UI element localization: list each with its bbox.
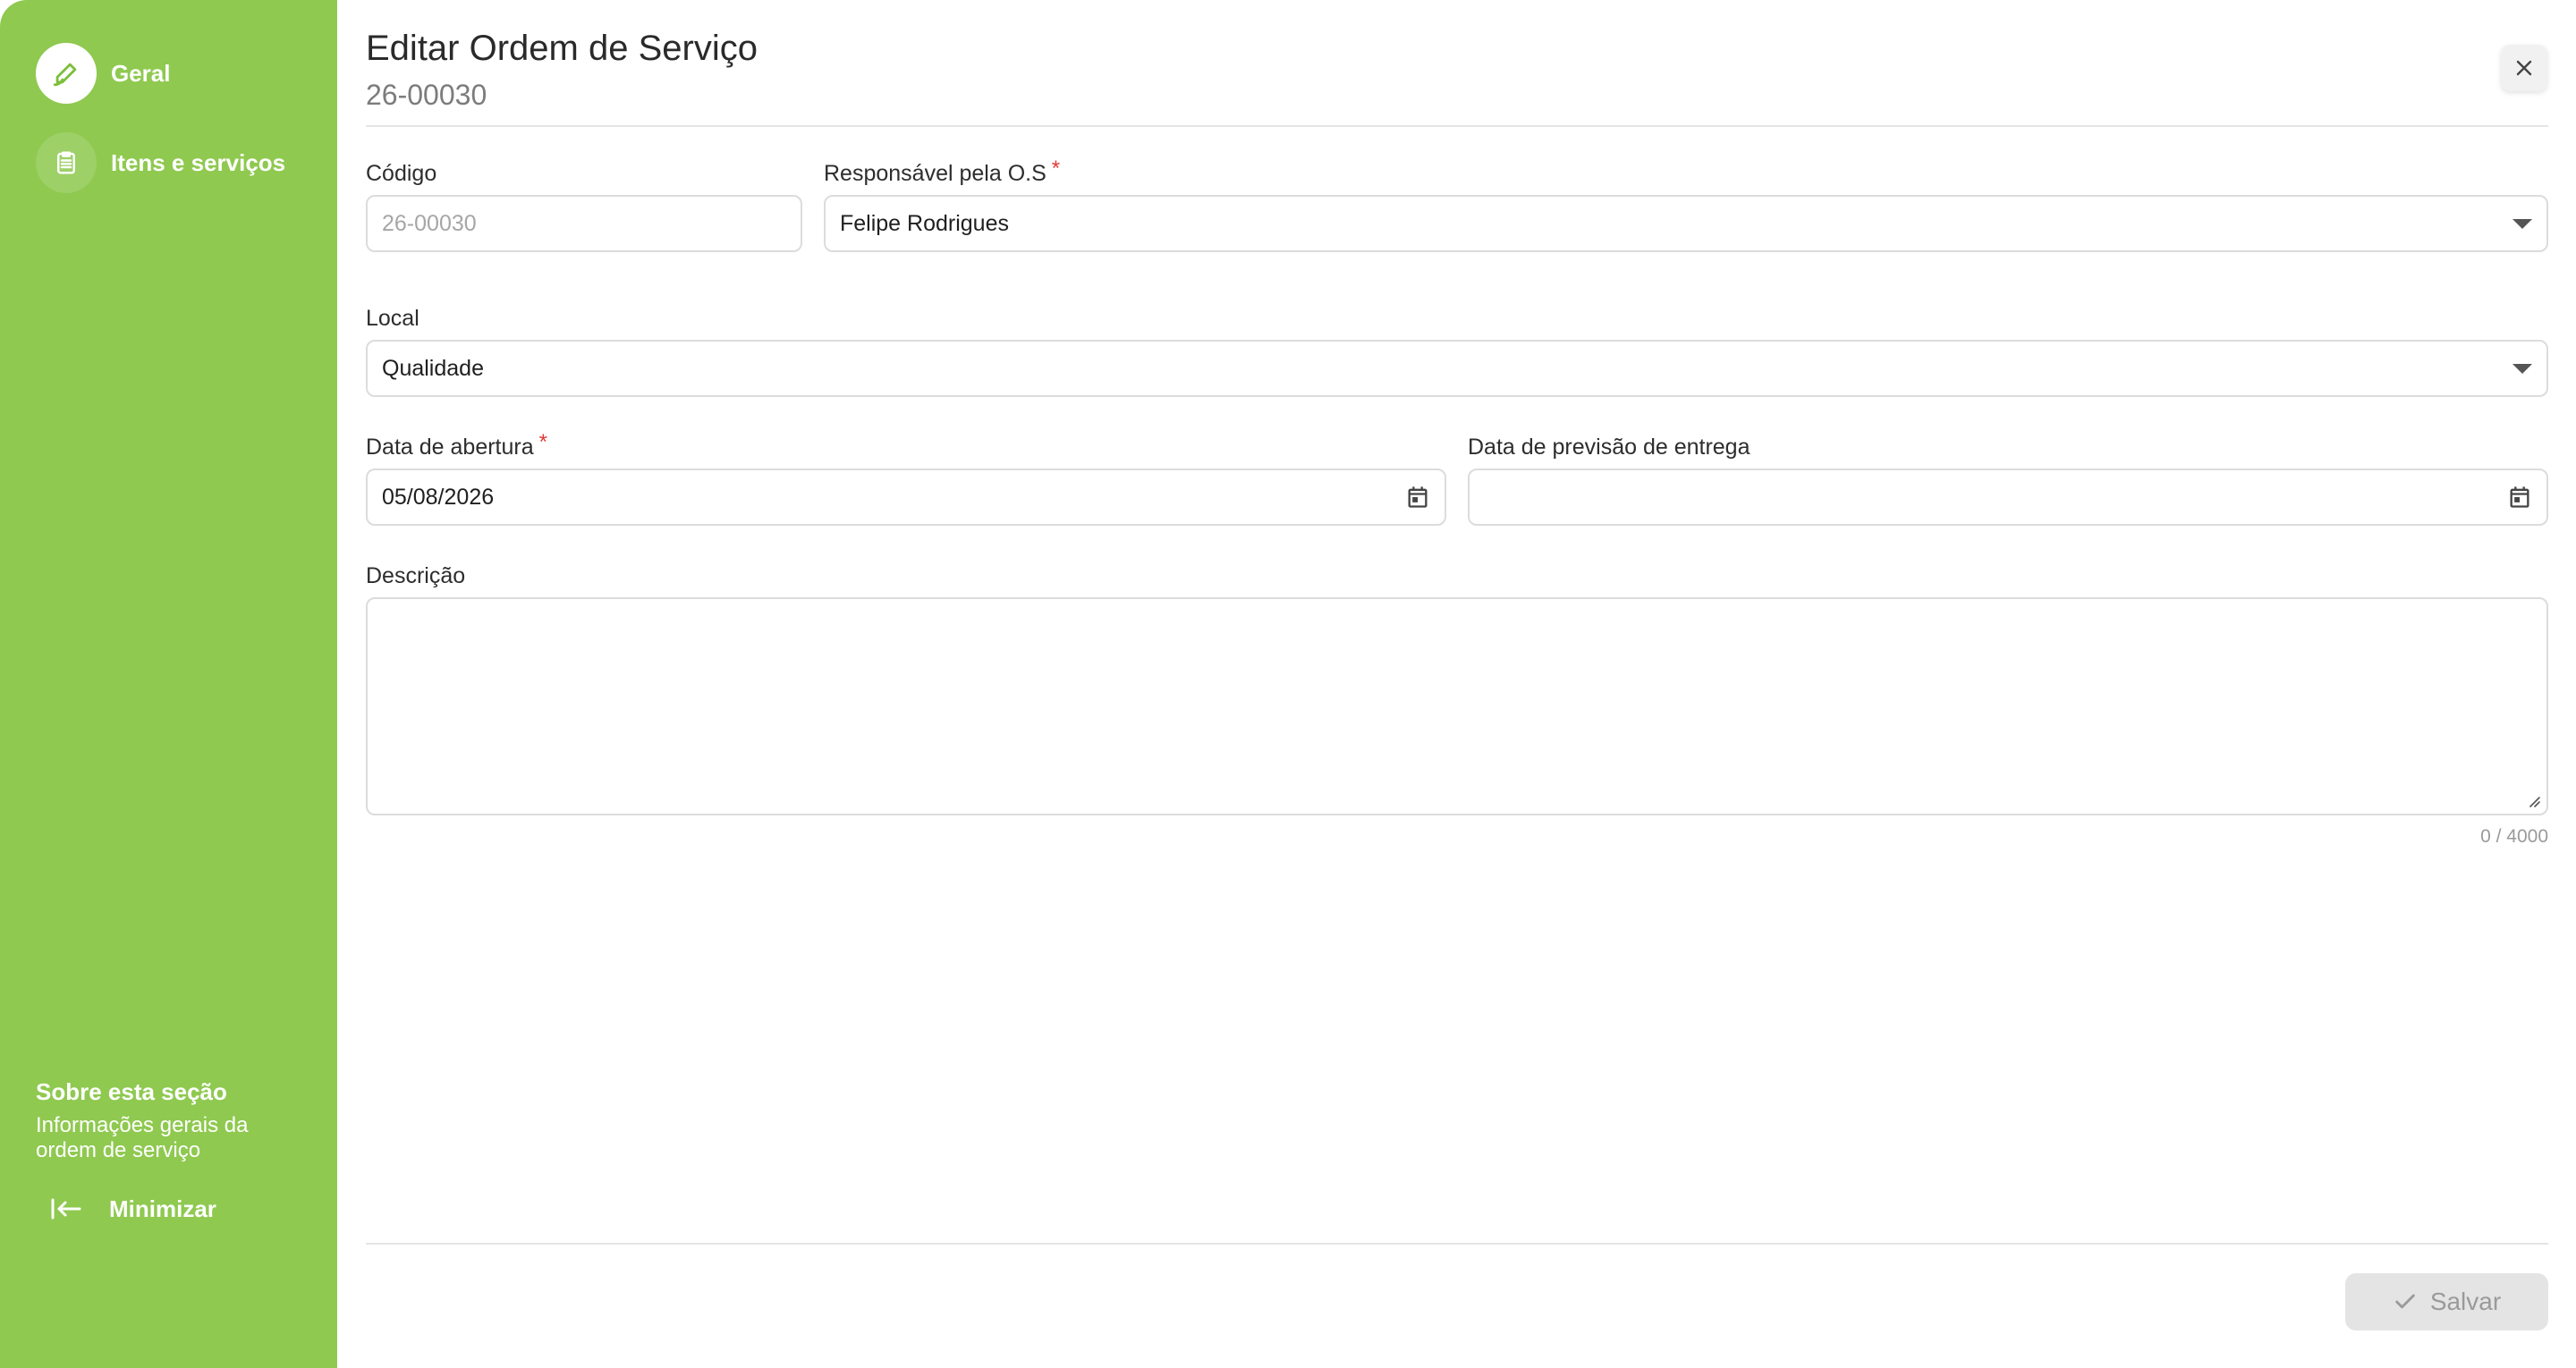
sidebar-item-geral-badge — [36, 43, 97, 104]
required-mark: * — [1051, 156, 1061, 181]
codigo-field: 26-00030 — [366, 195, 802, 252]
footer-divider — [366, 1243, 2548, 1245]
calendar-icon[interactable] — [1405, 485, 1430, 510]
collapse-left-icon — [51, 1198, 81, 1220]
save-button-label: Salvar — [2429, 1288, 2502, 1315]
calendar-icon[interactable] — [2507, 485, 2532, 510]
local-value: Qualidade — [382, 355, 484, 381]
data-abertura-input[interactable]: 05/08/2026 — [366, 469, 1446, 526]
chevron-down-icon — [2512, 218, 2532, 229]
responsavel-label: Responsável pela O.S * — [824, 156, 1061, 186]
chevron-down-icon — [2512, 363, 2532, 374]
check-icon — [2395, 1294, 2415, 1309]
data-previsao-label: Data de previsão de entrega — [1468, 435, 1750, 460]
sidebar-item-itens-badge — [36, 132, 97, 193]
responsavel-value: Felipe Rodrigues — [840, 210, 1009, 236]
minimize-label: Minimizar — [109, 1195, 216, 1222]
descricao-char-counter: 0 / 4000 — [2480, 826, 2548, 847]
resize-handle-icon[interactable] — [2527, 794, 2541, 808]
header-divider — [366, 125, 2548, 127]
responsavel-select[interactable]: Felipe Rodrigues — [824, 195, 2548, 252]
close-icon — [2516, 60, 2532, 76]
descricao-label: Descrição — [366, 563, 466, 588]
codigo-label: Código — [366, 161, 437, 186]
data-previsao-input[interactable] — [1468, 469, 2548, 526]
about-section-title: Sobre esta seção — [36, 1078, 227, 1105]
required-mark: * — [538, 430, 547, 454]
sidebar-item-itens-servicos[interactable]: Itens e serviços — [36, 132, 285, 193]
descricao-textarea[interactable] — [366, 597, 2548, 815]
codigo-value: 26-00030 — [382, 210, 477, 236]
about-section-text: Informações gerais da ordem de serviço — [36, 1113, 249, 1162]
close-button[interactable] — [2501, 45, 2547, 91]
local-label: Local — [366, 306, 419, 331]
sidebar-item-geral[interactable]: Geral — [36, 43, 171, 104]
data-abertura-label: Data de abertura * — [366, 430, 547, 460]
clipboard-icon — [57, 151, 75, 174]
sidebar: Geral Itens e serviços Sobre esta seção … — [0, 0, 337, 1368]
page-subtitle: 26-00030 — [366, 79, 487, 111]
page-title: Editar Ordem de Serviço — [366, 29, 758, 68]
sidebar-item-label: Itens e serviços — [111, 148, 286, 176]
minimize-button[interactable]: Minimizar — [50, 1193, 216, 1225]
data-abertura-value: 05/08/2026 — [382, 484, 495, 510]
local-select[interactable]: Qualidade — [366, 340, 2548, 397]
sidebar-item-label: Geral — [111, 59, 171, 87]
save-button[interactable]: Salvar — [2345, 1273, 2548, 1330]
pencil-icon — [53, 63, 77, 87]
